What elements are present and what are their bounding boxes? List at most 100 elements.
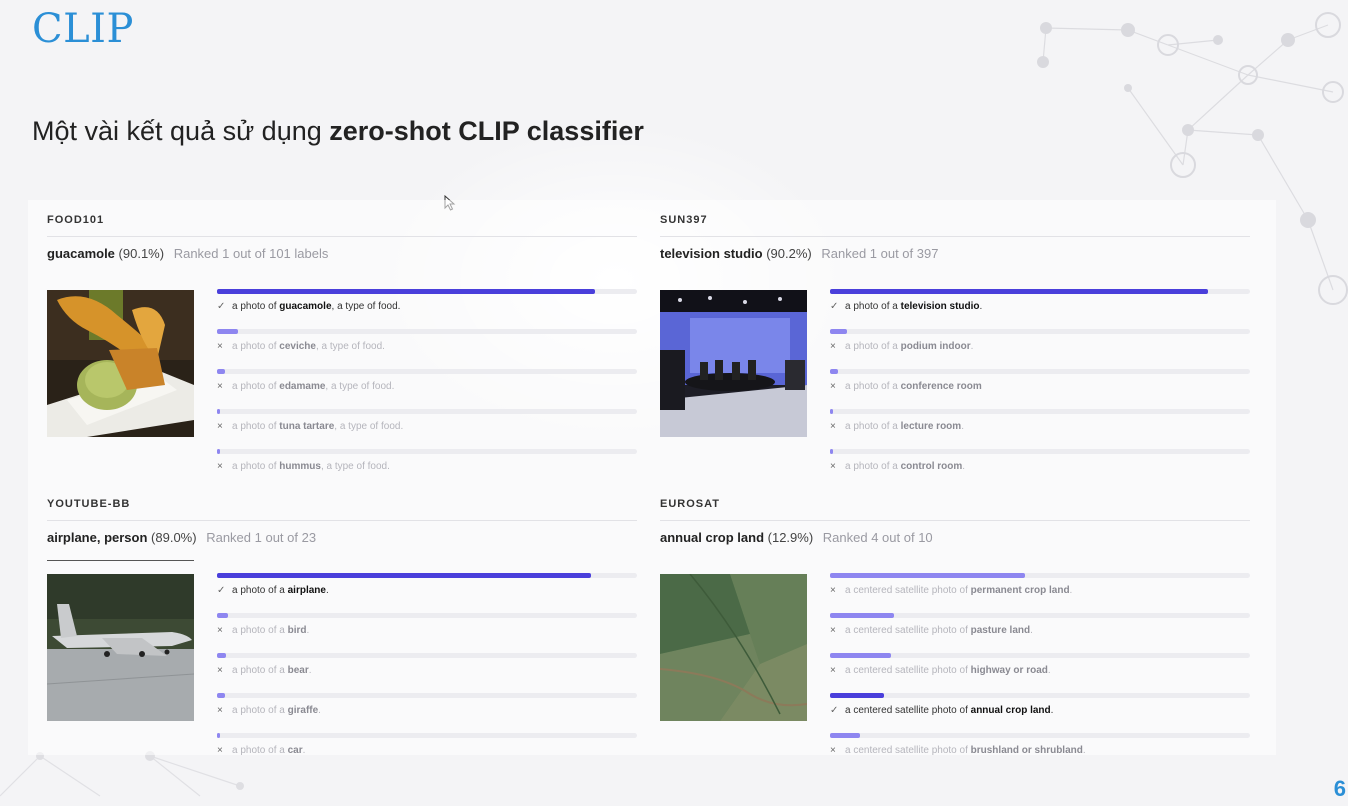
result-card-food101: FOOD101 guacamole (90.1%) Ranked 1 out o…: [47, 214, 637, 472]
prediction-suffix: , a type of food.: [315, 341, 385, 352]
prediction-bar: [830, 409, 833, 414]
prediction-class: bird: [287, 625, 307, 636]
prediction-row: × a photo of a car.: [217, 733, 637, 773]
prediction-suffix: .: [961, 421, 964, 432]
prediction-prefix: a photo of a: [232, 625, 288, 636]
result-card-sun397: SUN397 television studio (90.2%) Ranked …: [660, 214, 1250, 472]
prediction-class: car: [287, 745, 303, 756]
cross-icon: ×: [830, 745, 836, 756]
prediction-track: [830, 733, 1250, 738]
predicted-label: annual crop land: [660, 530, 765, 545]
cross-icon: ×: [217, 381, 223, 392]
prediction-class: highway or road: [970, 665, 1048, 676]
prediction-class: guacamole: [279, 301, 332, 312]
prediction-row: × a centered satellite photo of permanent…: [830, 573, 1250, 613]
prediction-track: [830, 329, 1250, 334]
results-panel: FOOD101 guacamole (90.1%) Ranked 1 out o…: [28, 200, 1276, 756]
prediction-track: [217, 329, 637, 334]
prediction-class: hummus: [279, 461, 321, 472]
prediction-prefix: a photo of a: [845, 341, 901, 352]
prediction-bar: [830, 449, 833, 454]
prediction-suffix: .: [962, 461, 966, 472]
prediction-row: ✓ a photo of a television studio.: [830, 289, 1250, 329]
prediction-track: [830, 653, 1250, 658]
dataset-name: SUN397: [660, 214, 708, 226]
prediction-text: × a centered satellite photo of highway o…: [830, 665, 1051, 676]
prediction-suffix: .: [1082, 745, 1086, 756]
slide-title: CLIP: [32, 6, 134, 52]
prediction-prefix: a photo of a: [845, 421, 901, 432]
prediction-suffix: .: [302, 745, 306, 756]
prediction-class: permanent crop land: [970, 585, 1070, 596]
prediction-bar: [830, 733, 860, 738]
prediction-prefix: a photo of: [232, 421, 280, 432]
prediction-text: ✓ a photo of guacamole, a type of food.: [217, 301, 400, 312]
prediction-list: ✓ a photo of a television studio. × a photo…: [830, 289, 1250, 489]
prediction-prefix: a photo of: [232, 381, 280, 392]
prediction-class: annual crop land: [970, 705, 1051, 716]
prediction-suffix: .: [979, 301, 983, 312]
prediction-bar: [830, 693, 884, 698]
prediction-class: bear: [287, 665, 309, 676]
prediction-track: [217, 449, 637, 454]
cross-icon: ×: [830, 341, 836, 352]
prediction-text: × a photo of a bird.: [217, 625, 309, 636]
prediction-track: [217, 653, 637, 658]
prediction-bar: [830, 573, 1025, 578]
prediction-prefix: a photo of a: [232, 745, 288, 756]
prediction-bar: [830, 289, 1208, 294]
prediction-suffix: , a type of food.: [331, 301, 401, 312]
prediction-class: lecture room: [900, 421, 962, 432]
prediction-prefix: a photo of: [232, 301, 280, 312]
prediction-prefix: a photo of a: [232, 585, 288, 596]
prediction-bar: [217, 409, 220, 414]
prediction-class: giraffe: [287, 705, 319, 716]
television-studio-photo: [660, 290, 807, 437]
prediction-bar: [217, 369, 225, 374]
prediction-suffix: .: [325, 585, 329, 596]
prediction-row: × a centered satellite photo of highway o…: [830, 653, 1250, 693]
prediction-bar: [217, 449, 220, 454]
prediction-text: × a photo of a conference room: [830, 381, 982, 392]
rank-text: Ranked 4 out of 10: [822, 530, 933, 545]
prediction-row: × a photo of ceviche, a type of food.: [217, 329, 637, 369]
predicted-percent: (90.2%): [766, 246, 812, 261]
prediction-row: × a photo of a podium indoor.: [830, 329, 1250, 369]
predicted-percent: (89.0%): [151, 530, 197, 545]
prediction-row: × a photo of a giraffe.: [217, 693, 637, 733]
prediction-text: × a centered satellite photo of brushland…: [830, 745, 1086, 756]
result-header: airplane, person (89.0%) Ranked 1 out of…: [47, 530, 637, 545]
rank-text: Ranked 1 out of 101 labels: [173, 246, 329, 261]
rank-text: Ranked 1 out of 23: [206, 530, 317, 545]
prediction-track: [217, 693, 637, 698]
prediction-suffix: .: [1050, 705, 1054, 716]
prediction-track: [217, 733, 637, 738]
prediction-suffix: .: [1030, 625, 1033, 636]
result-header: annual crop land (12.9%) Ranked 4 out of…: [660, 530, 1250, 545]
prediction-bar: [830, 653, 891, 658]
cross-icon: ×: [217, 421, 223, 432]
check-icon: ✓: [217, 585, 226, 596]
prediction-row: ✓ a centered satellite photo of annual cr…: [830, 693, 1250, 733]
result-header: guacamole (90.1%) Ranked 1 out of 101 la…: [47, 246, 637, 261]
prediction-class: conference room: [900, 381, 982, 392]
cross-icon: ×: [217, 461, 223, 472]
prediction-prefix: a photo of a: [232, 705, 288, 716]
prediction-track: [217, 409, 637, 414]
prediction-bar: [217, 573, 591, 578]
prediction-row: × a photo of hummus, a type of food.: [217, 449, 637, 489]
cross-icon: ×: [217, 745, 223, 756]
prediction-bar: [217, 289, 595, 294]
prediction-bar: [217, 613, 228, 618]
divider: [47, 520, 637, 521]
prediction-prefix: a photo of a: [845, 461, 901, 472]
predicted-label: television studio: [660, 246, 763, 261]
prediction-row: × a photo of a control room.: [830, 449, 1250, 489]
prediction-suffix: , a type of food.: [334, 421, 404, 432]
prediction-prefix: a photo of: [232, 461, 280, 472]
prediction-list: ✓ a photo of a airplane. × a photo of a bir…: [217, 573, 637, 773]
result-header: television studio (90.2%) Ranked 1 out o…: [660, 246, 1250, 261]
prediction-row: ✓ a photo of guacamole, a type of food.: [217, 289, 637, 329]
prediction-prefix: a centered satellite photo of: [845, 665, 971, 676]
cross-icon: ×: [830, 665, 836, 676]
